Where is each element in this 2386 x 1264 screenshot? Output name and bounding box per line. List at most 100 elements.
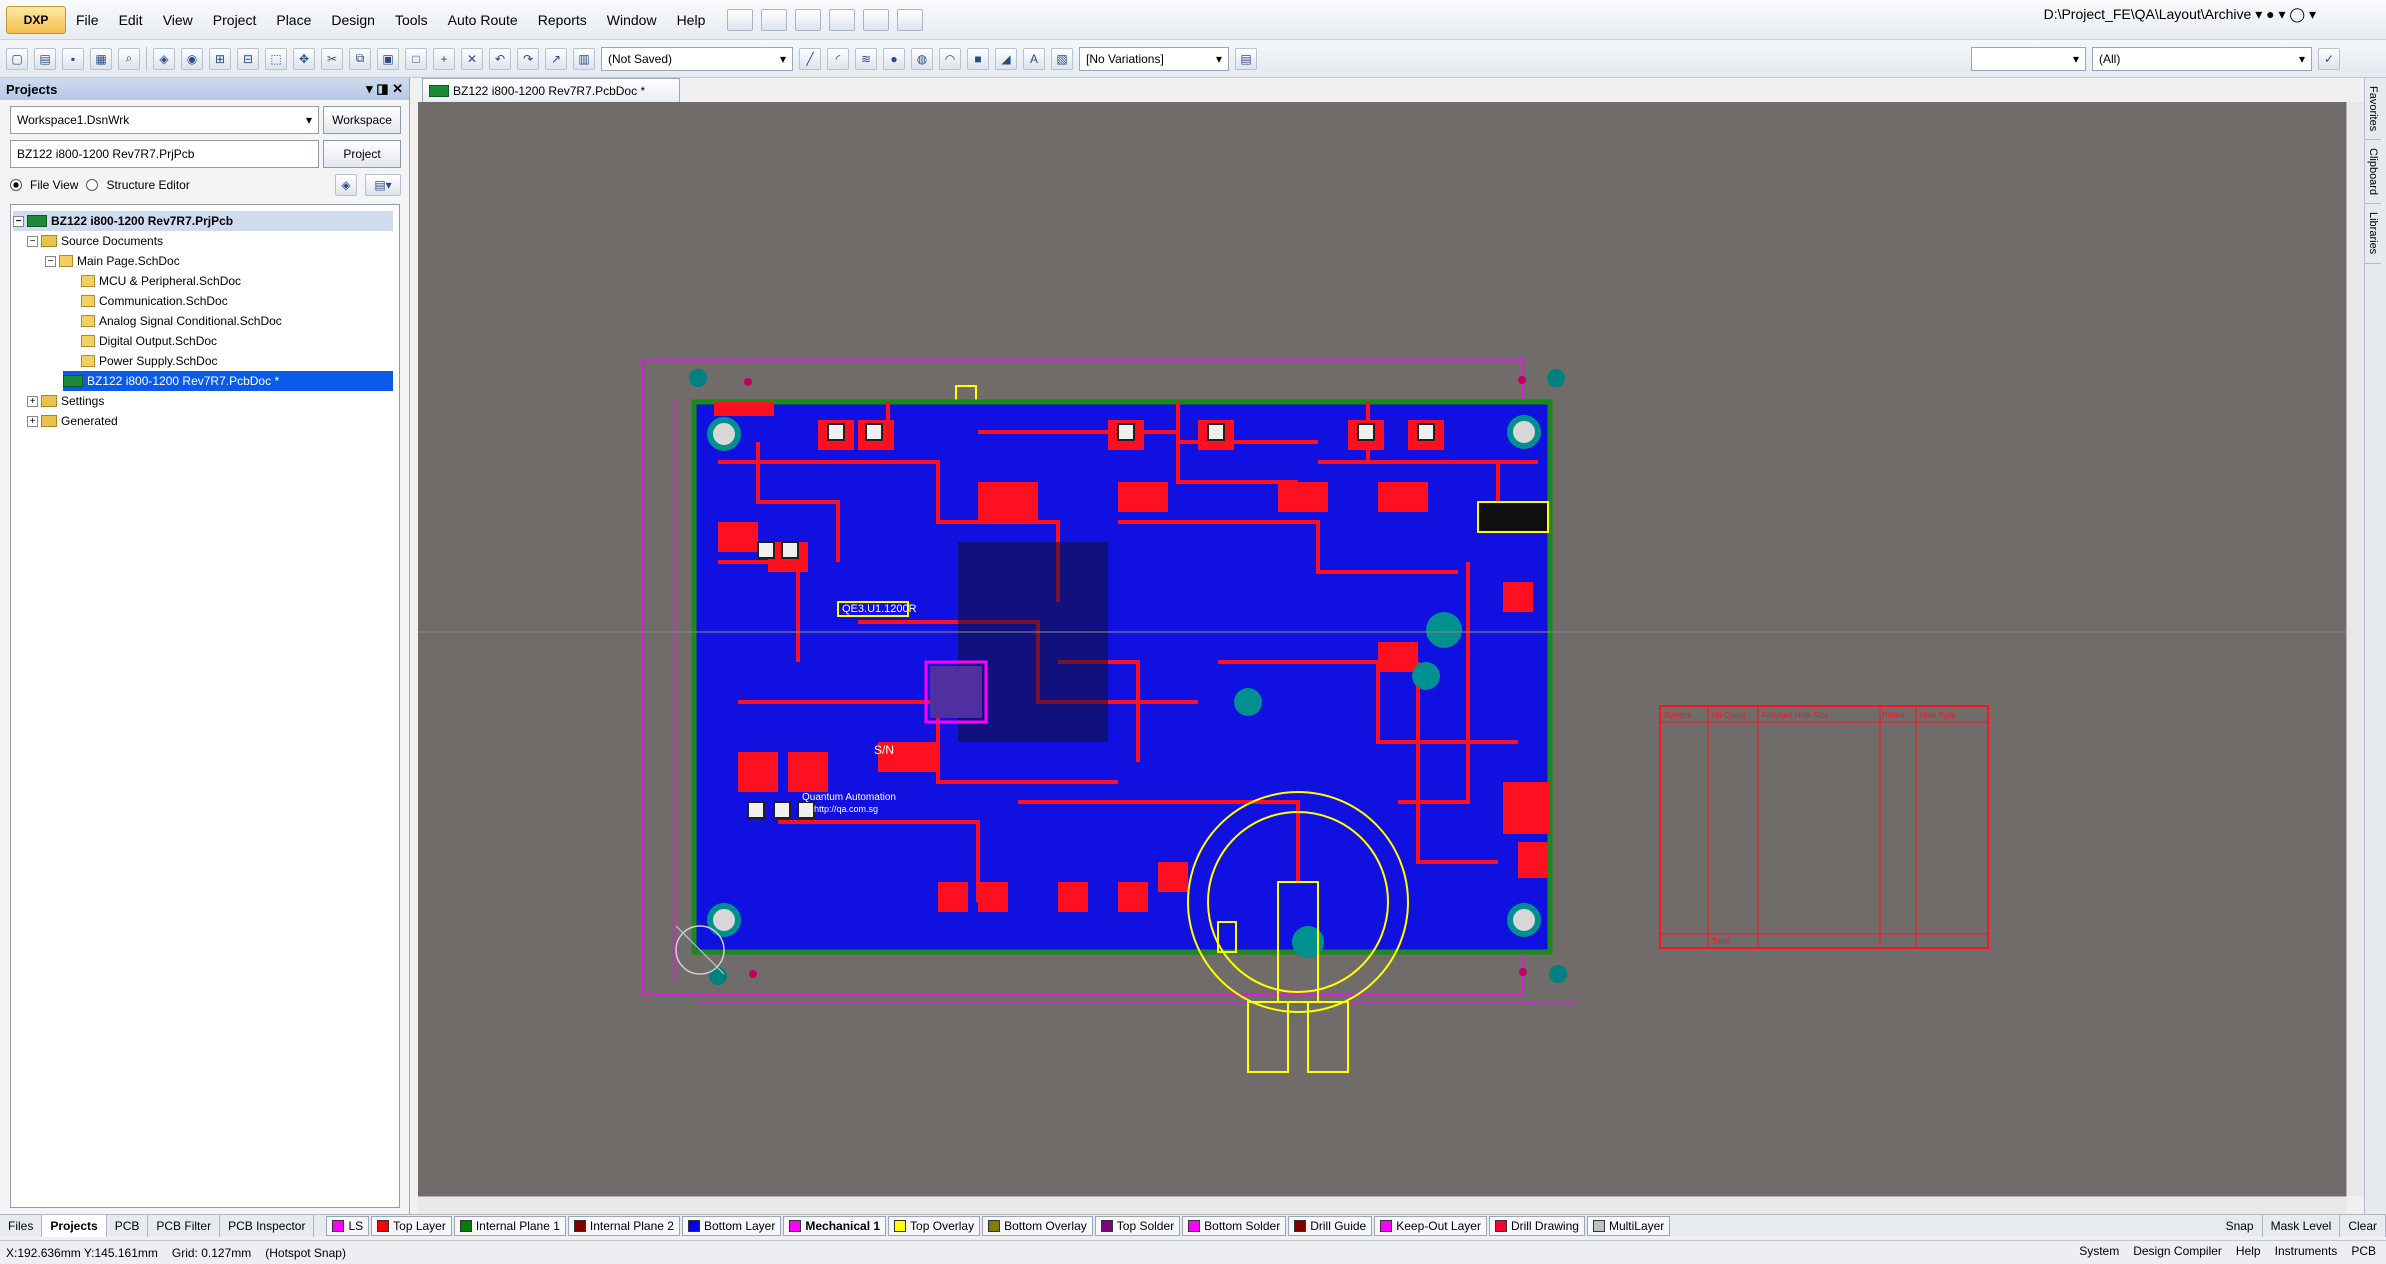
project-button[interactable]: Project <box>323 140 401 168</box>
menu-reports[interactable]: Reports <box>528 12 597 28</box>
project-field[interactable]: BZ122 i800-1200 Rev7R7.PrjPcb <box>10 140 319 168</box>
status-pcb[interactable]: PCB <box>2351 1244 2376 1258</box>
redo-icon[interactable]: ↷ <box>517 47 539 70</box>
collapse-icon[interactable]: − <box>27 235 38 247</box>
tree-item-pcbdoc[interactable]: BZ122 i800-1200 Rev7R7.PcbDoc * <box>63 371 393 391</box>
layer-tab[interactable]: MultiLayer <box>1586 1215 1671 1236</box>
browse-component-icon[interactable]: ▥ <box>573 47 595 70</box>
filter-combo-1[interactable]: ▾ <box>1971 46 2086 71</box>
zoom-icon[interactable]: ⌕ <box>118 47 140 70</box>
menu-file[interactable]: File <box>66 12 109 28</box>
project-options-icon[interactable]: ▤▾ <box>365 174 401 196</box>
layer-tab[interactable]: Bottom Solder <box>1182 1215 1287 1236</box>
menu-window[interactable]: Window <box>597 12 667 28</box>
arc-icon[interactable]: ◠ <box>939 47 961 70</box>
pad-icon[interactable]: ● <box>883 47 905 70</box>
select-icon[interactable]: ⬚ <box>265 47 287 70</box>
snap-button[interactable]: Snap <box>2218 1214 2263 1237</box>
align-icon[interactable] <box>829 8 856 31</box>
tab-pcb[interactable]: PCB <box>107 1214 149 1237</box>
variant-icon[interactable]: ▤ <box>1235 47 1257 70</box>
layer-tab[interactable]: Top Layer <box>371 1215 452 1236</box>
hash-icon[interactable] <box>897 8 924 31</box>
layer-tab[interactable]: Top Solder <box>1094 1215 1181 1236</box>
layer-tab[interactable]: Keep-Out Layer <box>1374 1215 1487 1236</box>
mask-level-button[interactable]: Mask Level <box>2263 1214 2341 1237</box>
fill-icon[interactable]: ■ <box>967 47 989 70</box>
menu-design[interactable]: Design <box>321 12 385 28</box>
menu-place[interactable]: Place <box>266 12 321 28</box>
workspace-combo[interactable]: Workspace1.DsnWrk ▾ <box>10 106 319 134</box>
rect-select-icon[interactable]: □ <box>405 47 427 70</box>
layer-tab[interactable]: Internal Plane 1 <box>453 1215 566 1236</box>
tab-files[interactable]: Files <box>0 1214 43 1237</box>
menu-help[interactable]: Help <box>667 12 716 28</box>
move-icon[interactable]: ✥ <box>293 47 315 70</box>
deselect-icon[interactable]: ✕ <box>461 47 483 70</box>
layer-tab[interactable]: Bottom Overlay <box>982 1215 1093 1236</box>
route-icon[interactable] <box>761 8 788 31</box>
route-diff-icon[interactable]: ≋ <box>855 47 877 70</box>
menu-project[interactable]: Project <box>203 12 267 28</box>
layer-tab[interactable]: Bottom Layer <box>681 1215 782 1236</box>
layer-tab[interactable]: Mechanical 1 <box>783 1215 887 1236</box>
favorites-tab[interactable]: Favorites <box>2365 78 2381 141</box>
save-icon[interactable]: ▪ <box>62 47 84 70</box>
menu-tools[interactable]: Tools <box>385 12 438 28</box>
crossprobe-icon[interactable]: ↗ <box>545 47 567 70</box>
saved-state-combo[interactable]: (Not Saved) ▾ <box>601 46 793 71</box>
horizontal-scrollbar[interactable] <box>418 1196 2346 1214</box>
status-instruments[interactable]: Instruments <box>2275 1244 2338 1258</box>
structure-editor-radio[interactable] <box>86 179 99 191</box>
expand-icon[interactable]: + <box>27 415 38 427</box>
clear-button[interactable]: Clear <box>2340 1214 2386 1237</box>
compile-icon[interactable]: ◈ <box>335 174 357 196</box>
layer-tab[interactable]: Drill Guide <box>1288 1215 1373 1236</box>
tree-item-analog[interactable]: Analog Signal Conditional.SchDoc <box>81 311 282 331</box>
layer-tab[interactable]: Top Overlay <box>888 1215 981 1236</box>
status-design-compiler[interactable]: Design Compiler <box>2133 1244 2222 1258</box>
tree-item-digital[interactable]: Digital Output.SchDoc <box>81 331 217 351</box>
tree-settings[interactable]: + Settings <box>27 391 104 411</box>
browse-icon[interactable]: ◈ <box>153 47 175 70</box>
panel-controls[interactable]: ▾ ◨ ✕ <box>366 81 403 97</box>
print-icon[interactable]: ▦ <box>90 47 112 70</box>
undo-icon[interactable]: ↶ <box>489 47 511 70</box>
workspace-button[interactable]: Workspace <box>323 106 401 134</box>
polygon-icon[interactable]: ◢ <box>995 47 1017 70</box>
paste-icon[interactable]: ▣ <box>377 47 399 70</box>
layer-tab[interactable]: Internal Plane 2 <box>567 1215 680 1236</box>
libraries-tab[interactable]: Libraries <box>2365 204 2381 264</box>
status-help[interactable]: Help <box>2236 1244 2261 1258</box>
tab-pcb-inspector[interactable]: PCB Inspector <box>220 1214 315 1237</box>
variations-combo[interactable]: [No Variations] ▾ <box>1079 46 1229 71</box>
text-icon[interactable]: A <box>1023 47 1045 70</box>
document-path[interactable]: D:\Project_FE\QA\Layout\Archive ▾ ● ▾ ◯ … <box>2044 6 2316 23</box>
tree-item-power[interactable]: Power Supply.SchDoc <box>81 351 218 371</box>
tree-source-documents[interactable]: − Source Documents <box>27 231 163 251</box>
pcb-canvas[interactable]: QE3.U1.1200R S/N Quantum Automation http… <box>418 102 2346 1196</box>
menu-edit[interactable]: Edit <box>109 12 153 28</box>
layer-tab[interactable]: LS <box>326 1215 370 1236</box>
filter-apply-icon[interactable]: ✓ <box>2318 47 2340 70</box>
open-icon[interactable]: ▤ <box>34 47 56 70</box>
fit-icon[interactable]: ⊞ <box>209 47 231 70</box>
route-track-icon[interactable]: ╱ <box>799 47 821 70</box>
via-icon[interactable]: ◍ <box>911 47 933 70</box>
menu-auto-route[interactable]: Auto Route <box>438 12 528 28</box>
cut-icon[interactable]: ✂ <box>321 47 343 70</box>
route-arc-icon[interactable]: ◜ <box>827 47 849 70</box>
inspect-icon[interactable]: ◉ <box>181 47 203 70</box>
copy-icon[interactable]: ⧉ <box>349 47 371 70</box>
collapse-icon[interactable]: − <box>13 215 24 227</box>
tab-projects[interactable]: Projects <box>42 1214 107 1237</box>
layer-tab[interactable]: Drill Drawing <box>1488 1215 1585 1236</box>
expand-icon[interactable]: + <box>27 395 38 407</box>
tree-item-communication[interactable]: Communication.SchDoc <box>81 291 228 311</box>
dxp-menu-button[interactable]: DXP <box>6 5 66 34</box>
grid-icon[interactable] <box>863 8 890 31</box>
tab-pcb-filter[interactable]: PCB Filter <box>148 1214 221 1237</box>
area-icon[interactable]: ⊟ <box>237 47 259 70</box>
new-icon[interactable]: ▢ <box>6 47 28 70</box>
tree-main-page[interactable]: − Main Page.SchDoc <box>45 251 180 271</box>
